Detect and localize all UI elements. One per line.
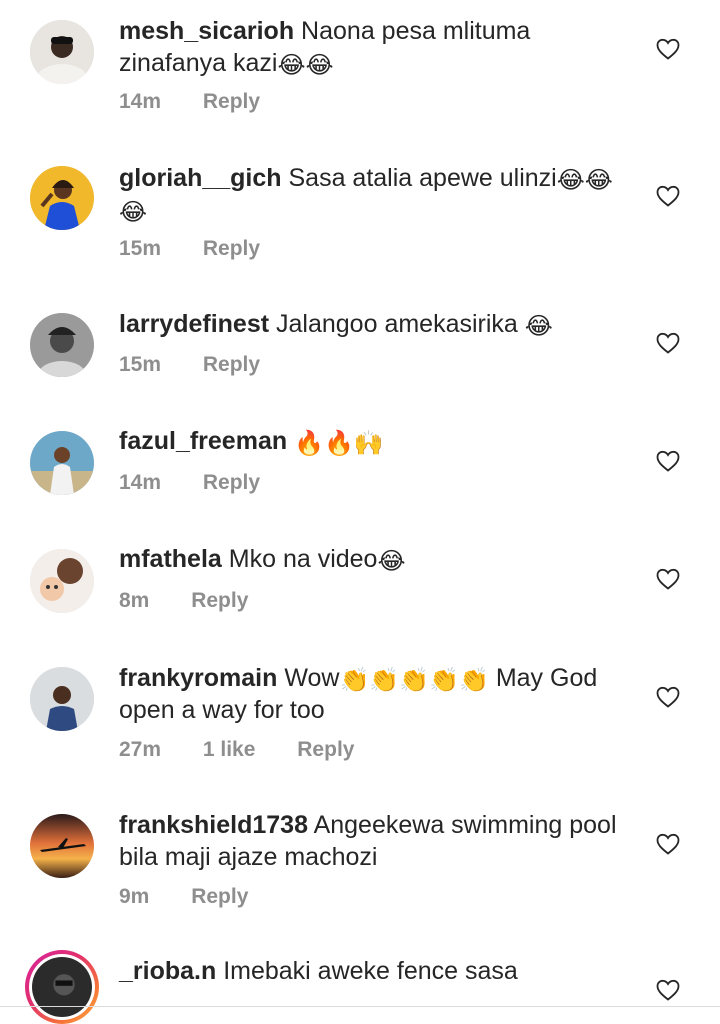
comment-time: 9m [119,885,150,908]
bottom-divider [0,1006,720,1007]
comment-body: Wow [284,664,340,692]
comment-body-after: May God [495,664,598,692]
avatar-image [32,957,92,1017]
comment-time: 8m [119,589,150,612]
heart-outline-icon[interactable] [656,833,680,855]
avatar-image [30,814,94,878]
comment-time: 14m [119,90,162,113]
comment-username[interactable]: frankshield1738 [119,811,308,839]
comment-meta: 27m 1 like Reply [119,738,390,762]
reply-button[interactable]: Reply [191,589,248,612]
comment-emoji: 😂😂 [277,52,334,79]
comment-username[interactable]: fazul_freeman [119,427,287,455]
avatar[interactable] [30,667,94,731]
comment-username[interactable]: gloriah__gich [119,164,282,192]
avatar[interactable] [30,166,94,230]
comment-username[interactable]: _rioba.n [119,957,216,985]
comment-time: 15m [119,237,162,260]
avatar-image [30,166,94,230]
comment-meta: 15m Reply [119,353,296,377]
comment-body: Sasa atalia apewe ulinzi [288,164,557,192]
reply-button[interactable]: Reply [203,353,260,376]
comment-username[interactable]: mesh_sicarioh [119,17,294,45]
avatar-image [30,313,94,377]
comment-body: Mko na video [228,545,378,573]
avatar[interactable] [30,814,94,878]
comment-text: frankyromain Wow👏👏👏👏👏 May God open a way… [119,662,639,726]
reply-button[interactable]: Reply [297,738,354,761]
comment-text: mesh_sicarioh Naona pesa mlituma zinafan… [119,15,639,79]
avatar[interactable] [30,549,94,613]
avatar[interactable] [30,20,94,84]
heart-outline-icon[interactable] [656,332,680,354]
comment-text: fazul_freeman 🔥🔥🙌 [119,425,639,457]
comment-meta: 15m Reply [119,237,296,261]
heart-outline-icon[interactable] [656,686,680,708]
comment-body: Angeekewa swimming pool [313,811,617,839]
heart-outline-icon[interactable] [656,979,680,1001]
comment-text: larrydefinest Jalangoo amekasirika 😂 [119,308,639,340]
comment-text: mfathela Mko na video😂 [119,543,639,575]
comment-time: 14m [119,471,162,494]
comment-emoji: 😂 [377,548,406,575]
comment-body: Imebaki aweke fence sasa [223,957,518,985]
comment-likes[interactable]: 1 like [203,738,256,761]
avatar-image [30,431,94,495]
comment-emoji: 😂😂 [556,167,613,194]
comment-body-line2: bila maji ajaze machozi [119,843,378,871]
comment-body: Jalangoo amekasirika [276,310,518,338]
avatar[interactable] [30,313,94,377]
comment-text: _rioba.n Imebaki aweke fence sasa [119,955,639,987]
avatar-image [30,20,94,84]
comment-text: frankshield1738 Angeekewa swimming pool … [119,809,639,873]
reply-button[interactable]: Reply [203,237,260,260]
comment-username[interactable]: mfathela [119,545,222,573]
heart-outline-icon[interactable] [656,568,680,590]
heart-outline-icon[interactable] [656,185,680,207]
reply-button[interactable]: Reply [203,471,260,494]
comment-meta: 9m Reply [119,885,284,909]
heart-outline-icon[interactable] [656,38,680,60]
comment-emoji: 👏👏👏👏👏 [339,667,489,694]
comment-username[interactable]: larrydefinest [119,310,269,338]
avatar-story-ring[interactable] [25,950,99,1024]
comment-meta: 8m Reply [119,589,284,613]
comment-meta: 14m Reply [119,471,296,495]
comment-emoji: 😂 [524,313,553,340]
avatar[interactable] [30,431,94,495]
comment-meta: 14m Reply [119,90,296,114]
avatar-image [30,549,94,613]
comment-body-line2: zinafanya kazi [119,49,278,77]
comment-username[interactable]: frankyromain [119,664,277,692]
comment-time: 15m [119,353,162,376]
avatar-image [30,667,94,731]
comment-emoji-line2: 😂 [119,199,148,226]
comment-emoji: 🔥🔥🙌 [294,430,384,457]
comment-body-line2: open a way for too [119,696,325,724]
reply-button[interactable]: Reply [191,885,248,908]
comment-body: Naona pesa mlituma [301,17,531,45]
heart-outline-icon[interactable] [656,450,680,472]
comment-text: gloriah__gich Sasa atalia apewe ulinzi😂😂… [119,162,639,226]
reply-button[interactable]: Reply [203,90,260,113]
comment-time: 27m [119,738,162,761]
